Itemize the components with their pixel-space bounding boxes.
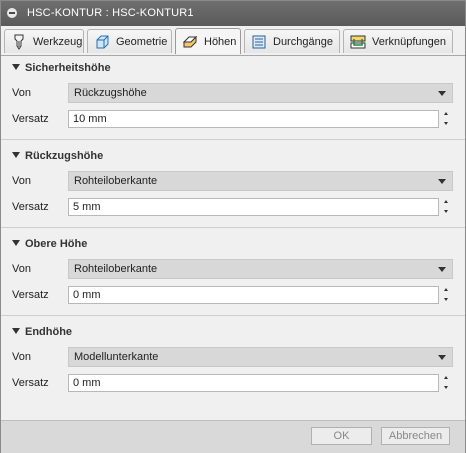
select-value: Modellunterkante — [74, 351, 159, 363]
collapse-triangle-icon — [12, 240, 20, 246]
collapse-triangle-icon — [12, 152, 20, 158]
versatz-spinner[interactable] — [440, 110, 453, 128]
section-header-rueckzugshoehe[interactable]: Rückzugshöhe — [1, 145, 465, 167]
spin-up-icon[interactable] — [440, 286, 453, 295]
passes-icon — [252, 35, 266, 48]
collapse-triangle-icon — [12, 64, 20, 70]
tab-label: Geometrie — [116, 35, 168, 48]
dropdown-arrow-icon — [438, 179, 446, 184]
window-title: HSC-KONTUR : HSC-KONTUR1 — [27, 7, 194, 19]
geometry-icon — [96, 35, 109, 48]
von-label: Von — [12, 263, 31, 275]
tab-werkzeug[interactable]: Werkzeug — [4, 29, 84, 53]
von-label: Von — [12, 87, 31, 99]
versatz-spinner[interactable] — [440, 198, 453, 216]
von-select[interactable]: Rohteiloberkante — [68, 259, 453, 279]
dialog-footer: OK Abbrechen — [1, 420, 465, 453]
dropdown-arrow-icon — [438, 91, 446, 96]
tab-verknuepfungen[interactable]: Verknüpfungen — [343, 29, 453, 53]
heights-icon — [182, 35, 198, 47]
cancel-button[interactable]: Abbrechen — [381, 427, 450, 445]
section-divider — [1, 227, 465, 228]
select-value: Rückzugshöhe — [74, 87, 147, 99]
section-header-sicherheitshoehe[interactable]: Sicherheitshöhe — [1, 57, 465, 79]
linking-icon — [350, 35, 366, 48]
dropdown-arrow-icon — [438, 267, 446, 272]
spin-down-icon[interactable] — [440, 295, 453, 304]
collapse-triangle-icon — [12, 328, 20, 334]
tab-bar: Werkzeug Geometrie Höhen Durchgänge Verk… — [1, 26, 465, 56]
versatz-label: Versatz — [12, 113, 49, 125]
section-header-endhoehe[interactable]: Endhöhe — [1, 321, 465, 343]
tab-label: Höhen — [204, 35, 237, 48]
section-header-obere-hoehe[interactable]: Obere Höhe — [1, 233, 465, 255]
von-select[interactable]: Rohteiloberkante — [68, 171, 453, 191]
title-bar[interactable]: HSC-KONTUR : HSC-KONTUR1 — [1, 1, 465, 26]
versatz-label: Versatz — [12, 377, 49, 389]
versatz-input[interactable]: 5 mm — [68, 198, 439, 216]
tab-durchgaenge[interactable]: Durchgänge — [244, 29, 340, 53]
von-label: Von — [12, 351, 31, 363]
spin-down-icon[interactable] — [440, 119, 453, 128]
versatz-spinner[interactable] — [440, 374, 453, 392]
tool-icon — [14, 34, 24, 50]
versatz-input[interactable]: 0 mm — [68, 286, 439, 304]
spin-down-icon[interactable] — [440, 207, 453, 216]
spin-up-icon[interactable] — [440, 198, 453, 207]
spin-up-icon[interactable] — [440, 110, 453, 119]
dropdown-arrow-icon — [438, 355, 446, 360]
versatz-label: Versatz — [12, 201, 49, 213]
tab-geometrie[interactable]: Geometrie — [87, 29, 172, 53]
spin-down-icon[interactable] — [440, 383, 453, 392]
versatz-spinner[interactable] — [440, 286, 453, 304]
tab-hoehen[interactable]: Höhen — [175, 28, 241, 54]
ok-button[interactable]: OK — [311, 427, 372, 445]
versatz-input[interactable]: 10 mm — [68, 110, 439, 128]
section-divider — [1, 139, 465, 140]
von-select[interactable]: Rückzugshöhe — [68, 83, 453, 103]
versatz-input[interactable]: 0 mm — [68, 374, 439, 392]
von-select[interactable]: Modellunterkante — [68, 347, 453, 367]
tab-label: Verknüpfungen — [372, 35, 447, 48]
versatz-label: Versatz — [12, 289, 49, 301]
tab-label: Durchgänge — [273, 35, 333, 48]
select-value: Rohteiloberkante — [74, 175, 158, 187]
spin-up-icon[interactable] — [440, 374, 453, 383]
tab-label: Werkzeug — [33, 35, 83, 48]
dialog-window: HSC-KONTUR : HSC-KONTUR1 Werkzeug Geomet… — [0, 0, 466, 453]
section-divider — [1, 315, 465, 316]
collapse-icon[interactable] — [7, 8, 17, 18]
select-value: Rohteiloberkante — [74, 263, 158, 275]
von-label: Von — [12, 175, 31, 187]
